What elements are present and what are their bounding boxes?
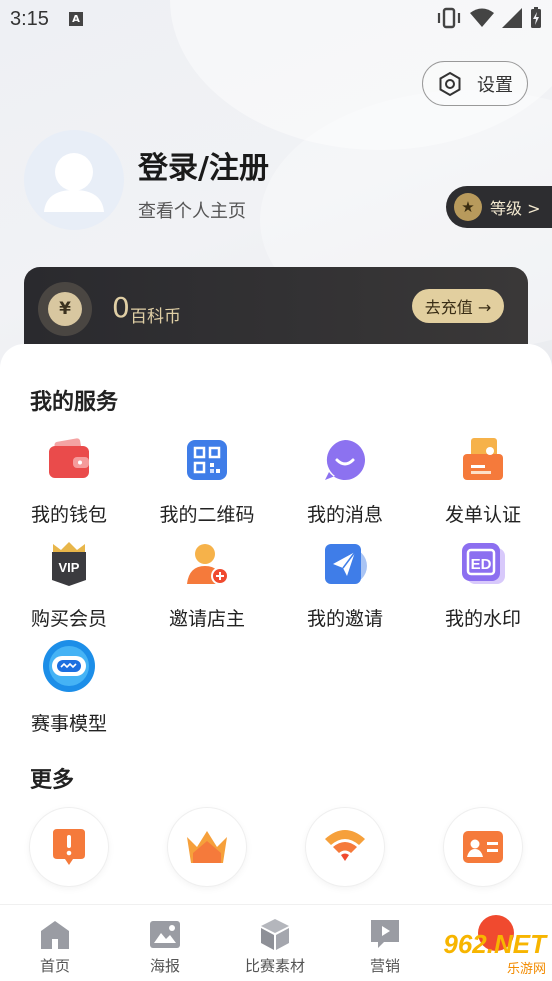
default-avatar-icon [44, 153, 104, 212]
tab-home[interactable]: 首页 [0, 905, 110, 981]
crown-icon [187, 831, 227, 863]
level-button[interactable]: ★ 等级 > [446, 186, 552, 228]
settings-button[interactable]: 设置 [422, 61, 528, 106]
service-item-event-model[interactable]: 赛事模型 [0, 639, 138, 742]
watermark-name: 乐游网 [506, 961, 546, 977]
wifi-icon [325, 830, 365, 861]
view-profile-link[interactable]: 查看个人主页 [138, 197, 246, 223]
more-item-wifi[interactable] [306, 808, 384, 886]
more-item-id-card[interactable] [444, 808, 522, 886]
service-item-my-invites[interactable]: 我的邀请 [276, 540, 414, 640]
service-label: 发单认证 [444, 504, 521, 526]
service-item-invite-owner[interactable]: 邀请店主 [138, 540, 276, 640]
robot-icon [42, 639, 96, 693]
tab-poster[interactable]: 海报 [110, 905, 220, 981]
tab-label: 比赛素材 [244, 957, 305, 975]
status-icons [436, 7, 542, 29]
signal-icon [502, 8, 522, 28]
services-title: 我的服务 [30, 390, 119, 415]
service-item-messages[interactable]: 我的消息 [276, 436, 414, 536]
play-icon [368, 917, 402, 951]
tab-label: 首页 [39, 957, 70, 975]
service-label: 赛事模型 [30, 713, 107, 735]
service-label: 邀请店主 [168, 608, 245, 630]
login-register-link[interactable]: 登录/注册 [138, 143, 269, 187]
tab-label: 营销 [369, 957, 400, 975]
service-label: 购买会员 [30, 608, 107, 630]
wifi-status-icon [470, 8, 494, 27]
site-watermark: 962.NET 乐游网 [412, 924, 552, 981]
notification-icon: A [68, 12, 83, 26]
service-item-certification[interactable]: 发单认证 [414, 436, 552, 536]
vibrate-icon [437, 7, 461, 29]
image-icon [148, 917, 182, 951]
message-icon [321, 436, 369, 484]
service-item-watermark[interactable]: ED 我的水印 [414, 540, 552, 640]
service-label: 我的水印 [444, 608, 521, 630]
more-title: 更多 [30, 768, 75, 793]
alert-icon [53, 829, 85, 865]
vip-icon: VIP [45, 540, 93, 588]
service-label: 我的钱包 [30, 504, 107, 526]
avatar[interactable] [24, 130, 124, 230]
service-item-wallet[interactable]: 我的钱包 [0, 436, 138, 536]
home-icon [38, 917, 72, 951]
battery-icon [531, 7, 541, 28]
service-item-qrcode[interactable]: 我的二维码 [138, 436, 276, 536]
more-item-crown[interactable] [168, 808, 246, 886]
watermark-site: 962.NET [443, 928, 546, 959]
coin-icon: ¥ [38, 282, 92, 336]
status-bar: 3:15 A [0, 0, 552, 38]
svg-text:ED: ED [471, 556, 492, 573]
level-label: 等级 > [490, 199, 541, 218]
medal-icon: ★ [454, 193, 482, 221]
status-time: 3:15 [10, 7, 49, 30]
certificate-icon [459, 436, 507, 484]
id-card-icon [463, 831, 503, 863]
svg-text:VIP: VIP [59, 560, 80, 575]
coin-unit: 百科币 [130, 307, 181, 327]
service-label: 我的邀请 [306, 608, 383, 630]
settings-icon [439, 71, 461, 96]
coin-balance: 0 [112, 291, 130, 324]
service-item-vip[interactable]: VIP 购买会员 [0, 540, 138, 640]
service-label: 我的消息 [306, 504, 383, 526]
tab-label: 海报 [149, 957, 180, 975]
cube-icon [258, 917, 292, 951]
qrcode-icon [183, 436, 231, 484]
service-label: 我的二维码 [159, 504, 255, 526]
paper-plane-icon [321, 540, 369, 588]
invite-owner-icon [183, 540, 231, 588]
settings-label: 设置 [477, 74, 513, 96]
recharge-button[interactable]: 去充值 → [412, 289, 504, 323]
more-item-feedback[interactable] [30, 808, 108, 886]
tab-match-materials[interactable]: 比赛素材 [220, 905, 330, 981]
services-panel: 我的服务 我的钱包 我的二维码 我的消息 发单认证 VIP 购买会员 邀请店主 … [0, 344, 552, 904]
wallet-icon [45, 436, 93, 484]
watermark-icon: ED [459, 540, 507, 588]
